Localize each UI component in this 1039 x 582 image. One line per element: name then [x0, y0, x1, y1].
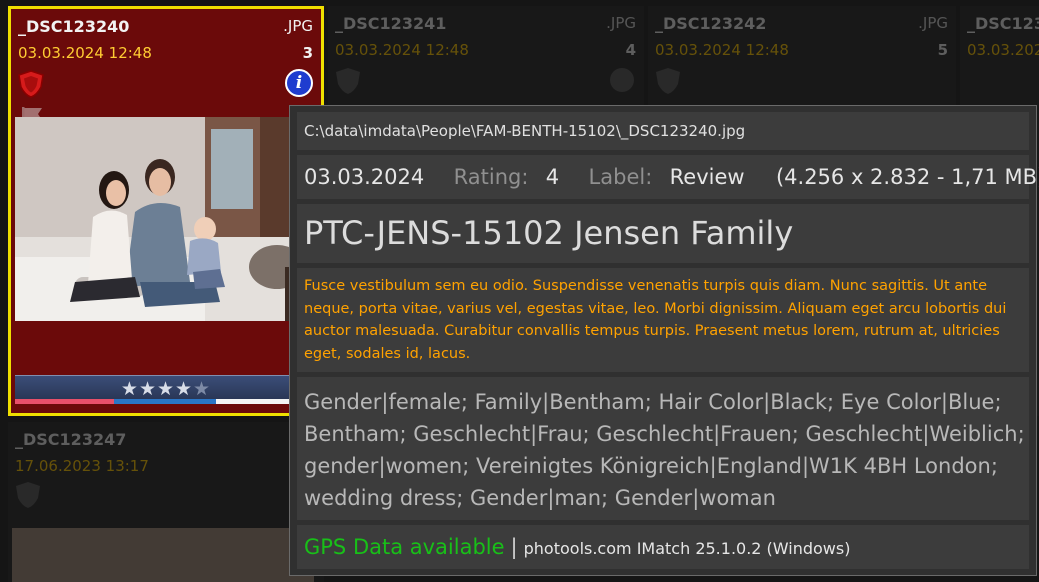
shield-icon[interactable]: [14, 480, 42, 510]
shield-icon[interactable]: [17, 69, 45, 99]
image-title: PTC-JENS-15102 Jensen Family: [297, 204, 1029, 263]
app-version: photools.com IMatch 25.1.0.2 (Windows): [523, 539, 851, 558]
tile-extension: .JPG: [283, 17, 313, 35]
color-label-strip: [15, 399, 114, 404]
rating-value: 4: [545, 165, 560, 189]
file-path: C:\data\imdata\People\FAM-BENTH-15102\_D…: [297, 112, 1029, 150]
tile-filename: _DSC123243: [967, 14, 1039, 33]
metadata-row: 03.03.2024 Rating: 4 Label: Review (4.25…: [297, 155, 1039, 199]
tile-datetime: 03.03.2024: [967, 41, 1039, 59]
label-label: Label:: [588, 165, 653, 189]
tile-number: 3: [302, 44, 313, 62]
color-label-strip: [114, 399, 216, 404]
tile-extension: .JPG: [918, 14, 948, 32]
photo-thumbnail[interactable]: [12, 528, 314, 582]
tile-datetime: 17.06.2023 13:17: [15, 457, 149, 475]
label-value: Review: [669, 165, 745, 189]
tile-filename: _DSC123247: [15, 430, 127, 449]
shield-icon[interactable]: [654, 66, 682, 96]
image-description: Fusce vestibulum sem eu odio. Suspendiss…: [297, 268, 1029, 372]
image-dimensions: (4.256 x 2.832 - 1,71 MB): [775, 165, 1039, 189]
gps-status: GPS Data available: [304, 535, 505, 559]
tile-datetime: 03.03.2024 12:48: [18, 44, 152, 62]
tooltip-footer: GPS Data available | photools.com IMatch 2…: [297, 525, 1029, 569]
tile-filename: _DSC123241: [335, 14, 447, 33]
file-date: 03.03.2024: [304, 165, 425, 189]
footer-separator: |: [510, 535, 518, 559]
shield-icon[interactable]: [334, 66, 362, 96]
star-rating[interactable]: ★★★★★: [15, 378, 317, 400]
tile-datetime: 03.03.2024 12:48: [655, 41, 789, 59]
info-tooltip: C:\data\imdata\People\FAM-BENTH-15102\_D…: [289, 105, 1039, 576]
rating-bar[interactable]: ★★★★★: [15, 375, 317, 404]
image-keywords: Gender|female; Family|Bentham; Hair Colo…: [297, 377, 1029, 520]
thumbnail-tile-selected[interactable]: _DSC123240 .JPG 03.03.2024 12:48 3 i ★★★…: [8, 6, 324, 416]
info-icon[interactable]: i: [285, 69, 313, 97]
tile-number: 5: [937, 41, 948, 59]
tile-filename: _DSC123242: [655, 14, 767, 33]
thumbnail-tile[interactable]: _DSC123247 17.06.2023 13:17: [8, 422, 324, 582]
tile-number: 4: [625, 41, 636, 59]
tile-filename: _DSC123240: [18, 17, 130, 36]
rating-label: Rating:: [453, 165, 529, 189]
tile-datetime: 03.03.2024 12:48: [335, 41, 469, 59]
photo-thumbnail[interactable]: [15, 117, 317, 321]
tile-extension: .JPG: [606, 14, 636, 32]
info-icon[interactable]: [608, 66, 636, 94]
